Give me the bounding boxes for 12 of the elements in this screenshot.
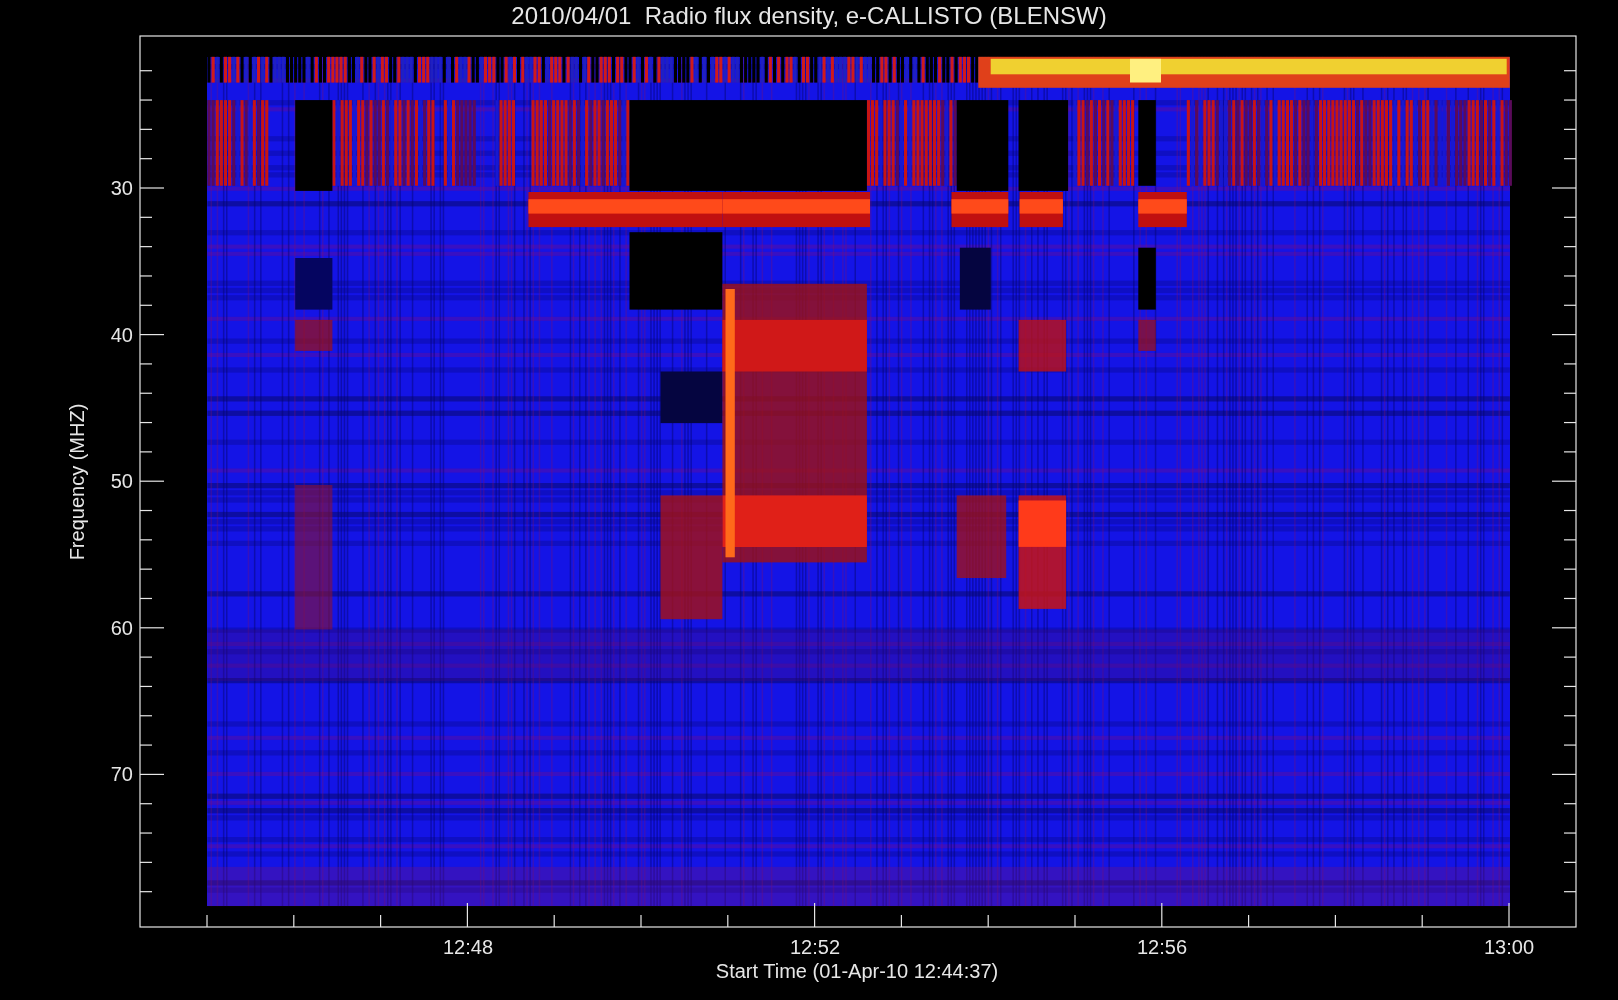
y-axis-label: Frequency (MHZ) bbox=[66, 403, 88, 561]
plot-title: 2010/04/01 Radio flux density, e-CALLISTO (BLENSW) bbox=[511, 2, 1107, 29]
y-tick-label: 70 bbox=[110, 763, 133, 786]
y-tick-label: 60 bbox=[110, 616, 133, 639]
y-tick-label: 40 bbox=[110, 323, 133, 346]
x-axis-label: Start Time (01-Apr-10 12:44:37) bbox=[715, 960, 999, 982]
y-tick-label: 50 bbox=[110, 470, 133, 493]
x-tick-label: 12:48 bbox=[442, 936, 494, 958]
x-tick-label: 13:00 bbox=[1483, 936, 1535, 958]
x-tick-label: 12:56 bbox=[1136, 936, 1188, 958]
y-tick-label: 30 bbox=[110, 177, 133, 199]
x-tick-label: 12:52 bbox=[789, 936, 841, 958]
